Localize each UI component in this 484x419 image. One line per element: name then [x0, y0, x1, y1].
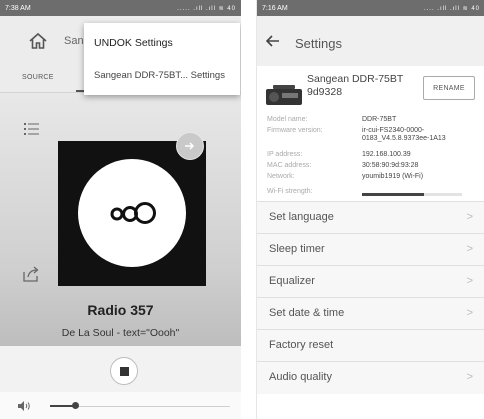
popup-undok-settings[interactable]: UNDOK Settings — [94, 37, 173, 49]
info-label: IP address: — [267, 151, 303, 158]
info-label: MAC address: — [267, 162, 312, 169]
volume-slider-thumb[interactable] — [72, 402, 79, 409]
page-title: Settings — [295, 36, 342, 51]
info-label: Network: — [267, 173, 295, 180]
menu-label: Audio quality — [269, 371, 332, 383]
status-signals: .... .ıll .ıll ≋ 40 — [423, 5, 480, 12]
stop-button[interactable] — [110, 357, 138, 385]
device-name: Sangean DDR-75BT 9d9328 — [307, 73, 404, 98]
info-value: DDR-75BT — [362, 116, 397, 123]
menu-label: Factory reset — [269, 339, 334, 351]
menu-factory-reset[interactable]: Factory reset — [257, 329, 484, 362]
wifi-strength-fill — [362, 193, 424, 196]
now-playing-text: De La Soul - text="Oooh" — [61, 327, 180, 339]
station-name: Radio 357 — [87, 302, 154, 318]
chevron-right-icon: > — [466, 243, 473, 255]
menu-label: Equalizer — [269, 275, 315, 287]
tab-source[interactable]: SOURCE — [22, 74, 54, 81]
info-value: ir-cui-FS2340-0000-0183_V4.5.8.9373ee-1A… — [362, 127, 446, 142]
info-value: 30:58:90:9d:93:28 — [362, 162, 419, 169]
station-artwork — [58, 141, 206, 286]
volume-icon[interactable] — [18, 401, 30, 411]
station-logo-icon — [110, 202, 156, 224]
chevron-right-icon: > — [466, 211, 473, 223]
right-phone-screen: 7:16 AM .... .ıll .ıll ≋ 40 Settings San… — [256, 0, 484, 419]
left-phone-screen: 7:38 AM ..... .ıll .ıll ≋ 40 Sang SOURCE — [0, 0, 241, 419]
menu-equalizer[interactable]: Equalizer > — [257, 265, 484, 298]
status-signals: ..... .ıll .ıll ≋ 40 — [177, 5, 236, 12]
multiroom-badge-icon[interactable] — [176, 132, 204, 160]
share-icon[interactable] — [22, 266, 40, 282]
menu-label: Set date & time — [269, 307, 345, 319]
rename-button[interactable]: RENAME — [423, 76, 475, 100]
overflow-menu-popup: UNDOK Settings Sangean DDR-75BT... Setti… — [84, 23, 240, 95]
status-bar: 7:16 AM .... .ıll .ıll ≋ 40 — [257, 0, 484, 16]
menu-label: Set language — [269, 211, 334, 223]
info-label: Wi-Fi strength: — [267, 188, 313, 195]
info-label: Model name: — [267, 116, 308, 123]
menu-audio-quality[interactable]: Audio quality > — [257, 361, 484, 394]
chevron-right-icon: > — [466, 275, 473, 287]
list-icon[interactable] — [24, 122, 40, 136]
info-value: 192.168.100.39 — [362, 151, 411, 158]
settings-header — [257, 16, 484, 66]
stop-icon — [119, 366, 129, 376]
menu-sleep-timer[interactable]: Sleep timer > — [257, 233, 484, 266]
radio-device-icon — [266, 85, 302, 105]
status-time: 7:16 AM — [262, 4, 288, 12]
menu-label: Sleep timer — [269, 243, 325, 255]
back-arrow-icon[interactable] — [266, 35, 280, 47]
info-label: Firmware version: — [267, 127, 323, 134]
popup-device-settings[interactable]: Sangean DDR-75BT... Settings — [94, 70, 225, 81]
status-time: 7:38 AM — [5, 4, 31, 12]
info-value: youmib1919 (Wi-Fi) — [362, 173, 424, 180]
status-bar: 7:38 AM ..... .ıll .ıll ≋ 40 — [0, 0, 241, 16]
artwork-disc — [78, 159, 186, 267]
menu-set-language[interactable]: Set language > — [257, 201, 484, 234]
chevron-right-icon: > — [466, 371, 473, 383]
chevron-right-icon: > — [466, 307, 473, 319]
menu-set-date-time[interactable]: Set date & time > — [257, 297, 484, 330]
home-icon[interactable] — [28, 31, 48, 51]
